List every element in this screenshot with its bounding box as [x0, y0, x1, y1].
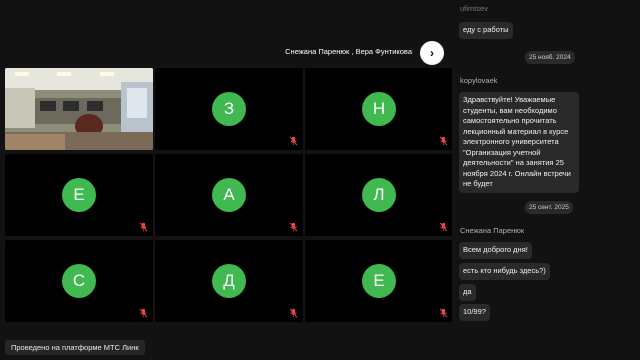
- participant-avatar: З: [212, 92, 246, 126]
- participant-video-feed: [5, 68, 153, 150]
- date-separator: 25 нояб. 2024: [525, 51, 575, 64]
- chat-message: еду с работы: [459, 22, 513, 39]
- mic-off-icon: [289, 136, 298, 146]
- participant-avatar: А: [212, 178, 246, 212]
- mic-off-icon: [439, 222, 448, 232]
- chat-message: есть кто нибудь здесь?): [459, 263, 550, 280]
- top-bar: Снежана Паренюк , Вера Фунтикова ›: [0, 0, 450, 66]
- participant-tile-video[interactable]: [5, 68, 153, 150]
- chat-author: kopylovaek: [460, 76, 498, 85]
- mic-off-icon: [289, 222, 298, 232]
- chat-message: Здравствуйте! Уважаемые студенты, вам не…: [459, 92, 579, 193]
- mic-off-icon: [289, 308, 298, 318]
- chat-author: ufimtsev: [460, 4, 488, 13]
- participant-tile[interactable]: Е: [305, 240, 453, 322]
- participant-avatar: С: [62, 264, 96, 298]
- chat-message: Всем доброго дня!: [459, 242, 532, 259]
- participant-avatar: Е: [362, 264, 396, 298]
- chevron-right-icon: ›: [430, 46, 434, 60]
- chat-message: да: [459, 284, 476, 301]
- participant-avatar: Е: [62, 178, 96, 212]
- chat-author: Снежана Паренюк: [460, 226, 525, 235]
- participant-tile[interactable]: Д: [155, 240, 303, 322]
- video-grid: З Н Е А Л С Д Е: [5, 68, 453, 322]
- participant-tile[interactable]: С: [5, 240, 153, 322]
- participant-avatar: Л: [362, 178, 396, 212]
- mic-off-icon: [439, 308, 448, 318]
- participant-avatar: Н: [362, 92, 396, 126]
- date-separator: 25 сент. 2025: [525, 201, 573, 214]
- participant-tile[interactable]: Н: [305, 68, 453, 150]
- participant-tile[interactable]: А: [155, 154, 303, 236]
- mic-off-icon: [439, 136, 448, 146]
- participant-avatar: Д: [212, 264, 246, 298]
- participant-tile[interactable]: З: [155, 68, 303, 150]
- participants-label: Снежана Паренюк , Вера Фунтикова: [285, 47, 412, 56]
- platform-badge: Проведено на платформе МТС Линк: [5, 340, 145, 355]
- chat-message: 10/99?: [459, 304, 490, 321]
- mic-off-icon: [139, 308, 148, 318]
- mic-off-icon: [139, 222, 148, 232]
- chat-panel: ufimtsev еду с работы 25 нояб. 2024 kopy…: [452, 0, 640, 360]
- participant-tile[interactable]: Е: [5, 154, 153, 236]
- next-page-button[interactable]: ›: [420, 41, 444, 65]
- participant-tile[interactable]: Л: [305, 154, 453, 236]
